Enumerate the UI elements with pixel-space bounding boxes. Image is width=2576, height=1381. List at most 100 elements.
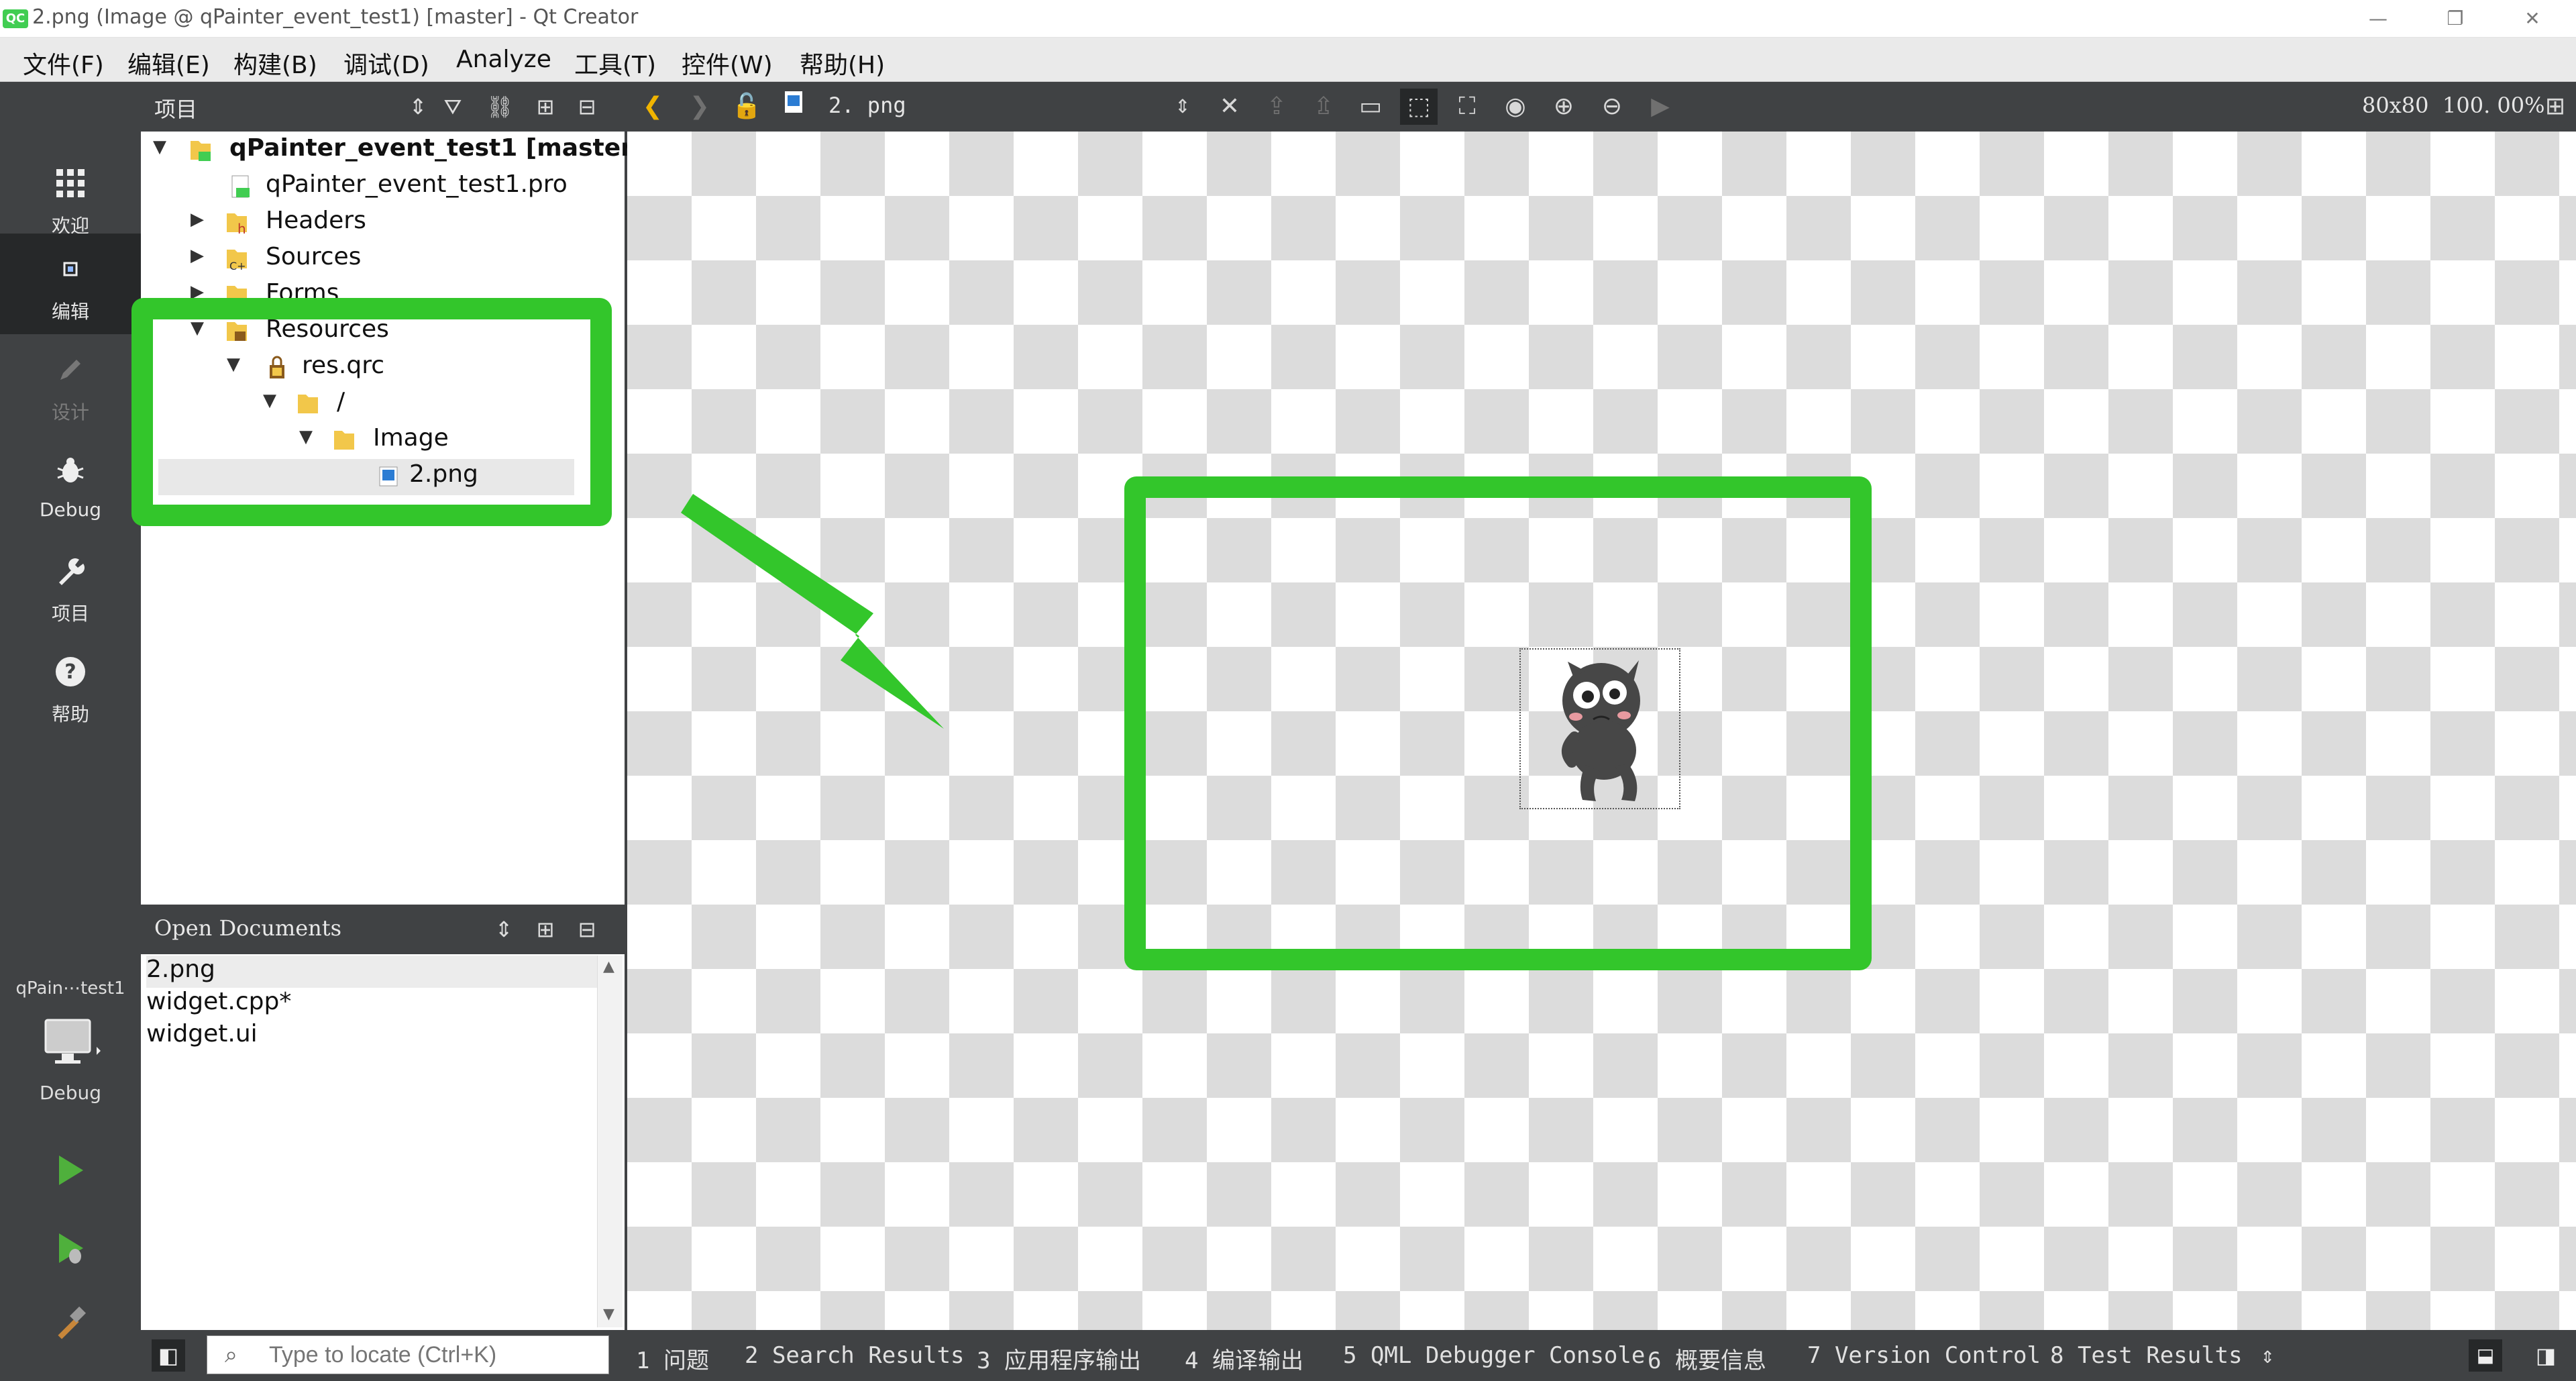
expand-arrow-icon[interactable]: ▶ [191, 246, 204, 266]
eye-icon[interactable]: ◉ [1497, 89, 1534, 125]
debug-run-icon [59, 1233, 83, 1264]
zoom-out-icon[interactable]: ⊖ [1593, 89, 1631, 125]
play-animation-icon[interactable]: ▶ [1642, 89, 1679, 125]
bug-icon [0, 454, 141, 495]
svg-text:C+: C+ [229, 260, 246, 272]
link-icon[interactable]: ⛓ [483, 90, 517, 123]
pencil-icon [0, 353, 141, 395]
menu-tools[interactable]: 工具(T) [574, 46, 656, 81]
mode-debug[interactable]: Debug [0, 435, 141, 535]
scroll-down-icon[interactable]: ▼ [603, 1306, 614, 1323]
background-icon[interactable]: ▭ [1352, 89, 1389, 125]
close-panel-icon[interactable]: ⊟ [570, 913, 604, 946]
menu-file[interactable]: 文件(F) [23, 46, 104, 81]
image-file-icon [775, 89, 812, 125]
menu-help[interactable]: 帮助(H) [800, 46, 885, 81]
open-document-item[interactable]: widget.ui [146, 1020, 598, 1052]
mode-design[interactable]: 设计 [0, 334, 141, 435]
back-icon[interactable]: ❮ [634, 89, 672, 125]
output-pane-compile-output[interactable]: 4 编译输出 [1185, 1342, 1303, 1375]
file-switcher-arrows-icon[interactable]: ⇕ [1164, 89, 1201, 125]
scroll-up-icon[interactable]: ▲ [603, 958, 614, 975]
mode-help[interactable]: ? 帮助 [0, 636, 141, 737]
open-document-item[interactable]: 2.png [146, 956, 598, 988]
more-panes-arrows-icon[interactable]: ⇕ [2261, 1342, 2274, 1369]
annotation-arrow-icon [681, 494, 944, 729]
tree-item-pro-file[interactable]: qPainter_event_test1.pro [141, 169, 627, 205]
project-folder-icon [189, 137, 212, 164]
pro-file-icon [229, 173, 252, 200]
view-selector-arrows-icon[interactable]: ⇕ [487, 913, 521, 946]
kit-project-label: qPain⋯test1 [15, 978, 125, 999]
tree-item-headers[interactable]: ▶ h Headers [141, 205, 627, 242]
split-editor-icon[interactable]: ⊞ [2539, 89, 2571, 125]
open-documents-header: Open Documents ⇕ ⊞ ⊟ [141, 905, 627, 954]
locator-field[interactable]: ⌕ [207, 1335, 609, 1374]
minimize-button[interactable]: — [2351, 4, 2405, 34]
maximize-button[interactable]: ❐ [2428, 4, 2482, 34]
toggle-sidebar-icon[interactable]: ◧ [152, 1339, 185, 1372]
output-pane-issues[interactable]: 1 问题 [636, 1342, 709, 1375]
fit-to-screen-icon[interactable]: ⛶ [1448, 89, 1486, 125]
output-pane-general-messages[interactable]: 6 概要信息 [1648, 1342, 1766, 1375]
hammer-icon [58, 1306, 87, 1339]
output-pane-version-control[interactable]: 7 Version Control [1807, 1342, 2041, 1369]
forms-folder-icon [225, 282, 248, 298]
split-icon[interactable]: ⊞ [529, 90, 562, 123]
kit-selector-button[interactable] [43, 1017, 101, 1071]
image-canvas[interactable] [627, 132, 2576, 1330]
export-icon[interactable]: ⇪ [1258, 89, 1295, 125]
tree-item-label: Headers [266, 207, 366, 234]
build-button[interactable] [51, 1306, 89, 1343]
menu-edit[interactable]: 编辑(E) [127, 46, 210, 81]
debug-run-button[interactable] [51, 1229, 89, 1267]
open-document-item[interactable]: widget.cpp* [146, 988, 598, 1020]
kit-config-label: Debug [39, 1082, 102, 1104]
tree-item-sources[interactable]: ▶ C+ Sources [141, 242, 627, 278]
outline-icon[interactable]: ⬚ [1400, 89, 1438, 125]
open-documents-scrollbar[interactable]: ▲ ▼ [597, 956, 623, 1327]
close-panel-icon[interactable]: ⊟ [570, 90, 604, 123]
run-icon [59, 1156, 83, 1185]
menu-analyze[interactable]: Analyze [456, 46, 551, 73]
output-pane-application-output[interactable]: 3 应用程序输出 [977, 1342, 1141, 1375]
output-pane-qml-debugger-console[interactable]: 5 QML Debugger Console [1343, 1342, 1645, 1369]
projects-panel-header: 项目 ⇕ ⛛ ⛓ ⊞ ⊟ [141, 82, 627, 132]
view-selector-arrows-icon[interactable]: ⇕ [401, 90, 435, 123]
run-button[interactable] [51, 1152, 89, 1189]
split-icon[interactable]: ⊞ [529, 913, 562, 946]
forward-icon[interactable]: ❯ [681, 89, 718, 125]
close-document-icon[interactable]: ✕ [1211, 89, 1248, 125]
headers-folder-icon: h [225, 209, 248, 237]
image-size-label: 80x80 [2362, 93, 2429, 118]
locator-input[interactable] [268, 1340, 603, 1370]
menu-controls[interactable]: 控件(W) [682, 46, 773, 81]
sidebar: 项目 ⇕ ⛛ ⛓ ⊞ ⊟ ▼ qPainter_event_test1 [mas… [131, 82, 643, 1330]
zoom-in-icon[interactable]: ⊕ [1545, 89, 1582, 125]
menu-debug[interactable]: 调试(D) [343, 46, 429, 81]
expand-arrow-icon[interactable]: ▶ [191, 282, 204, 298]
tree-item-label: Forms [266, 279, 339, 298]
mode-bar: 欢迎 编辑 设计 Debug 项目 ? 帮助 qPain⋯test1 Debug [0, 82, 141, 1381]
toggle-right-sidebar-icon[interactable]: ◨ [2529, 1339, 2563, 1372]
title-bar: QC 2.png (Image @ qPainter_event_test1) … [0, 0, 2576, 38]
svg-text:h: h [237, 221, 246, 236]
tree-item-project[interactable]: ▼ qPainter_event_test1 [master] [141, 133, 643, 169]
mode-edit[interactable]: 编辑 [0, 234, 141, 334]
mode-label: 项目 [51, 603, 89, 625]
menu-build[interactable]: 构建(B) [233, 46, 317, 81]
output-pane-test-results[interactable]: 8 Test Results [2050, 1342, 2243, 1369]
close-window-button[interactable]: ✕ [2506, 4, 2559, 34]
toggle-output-icon[interactable]: ⬓ [2469, 1339, 2502, 1372]
tree-item-forms[interactable]: ▶ Forms [141, 278, 627, 298]
mode-label: 帮助 [51, 703, 89, 725]
export-multiple-icon[interactable]: ⇫ [1305, 89, 1342, 125]
help-icon: ? [0, 655, 141, 697]
expand-arrow-icon[interactable]: ▼ [153, 137, 166, 157]
filter-icon[interactable]: ⛛ [436, 90, 470, 123]
annotation-highlight-box [131, 298, 612, 526]
expand-arrow-icon[interactable]: ▶ [191, 209, 204, 229]
mode-projects[interactable]: 项目 [0, 535, 141, 636]
output-pane-search-results[interactable]: 2 Search Results [745, 1342, 965, 1369]
lock-icon[interactable]: 🔓 [728, 89, 765, 125]
